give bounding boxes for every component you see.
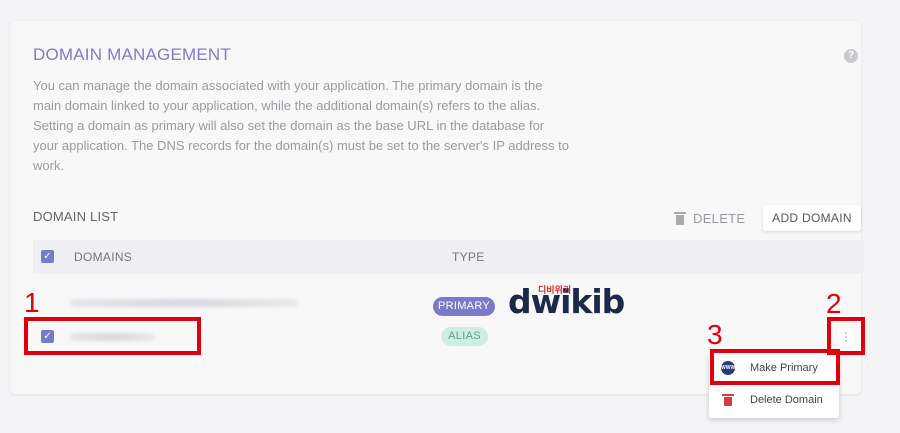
section-title: DOMAIN MANAGEMENT xyxy=(33,45,231,64)
domain-list-title: DOMAIN LIST xyxy=(33,209,119,224)
annotation-box-3 xyxy=(710,349,840,385)
add-domain-button[interactable]: ADD DOMAIN xyxy=(763,205,861,231)
delete-button[interactable]: DELETE xyxy=(674,209,746,227)
menu-item-delete-domain[interactable]: Delete Domain xyxy=(709,385,839,415)
column-domains: DOMAINS xyxy=(74,250,133,264)
trash-icon xyxy=(674,211,686,225)
annotation-number-1: 1 xyxy=(24,287,40,318)
help-icon[interactable]: ? xyxy=(844,49,858,63)
annotation-number-3: 3 xyxy=(707,319,723,350)
trash-icon xyxy=(722,394,734,406)
annotation-number-2: 2 xyxy=(826,288,842,319)
column-type: TYPE xyxy=(452,250,485,264)
table-header: ✓ DOMAINS TYPE xyxy=(33,240,864,274)
type-badge-alias: ALIAS xyxy=(441,327,488,346)
domain-name-redacted xyxy=(70,299,298,307)
type-badge-primary: PRIMARY xyxy=(433,297,495,316)
watermark-small-text: 디비위키 xyxy=(538,285,572,295)
delete-button-label: DELETE xyxy=(693,210,746,226)
menu-item-label: Delete Domain xyxy=(750,394,823,406)
select-all-checkbox[interactable]: ✓ xyxy=(41,250,54,263)
annotation-box-1 xyxy=(24,317,201,355)
section-description: You can manage the domain associated wit… xyxy=(33,78,569,173)
